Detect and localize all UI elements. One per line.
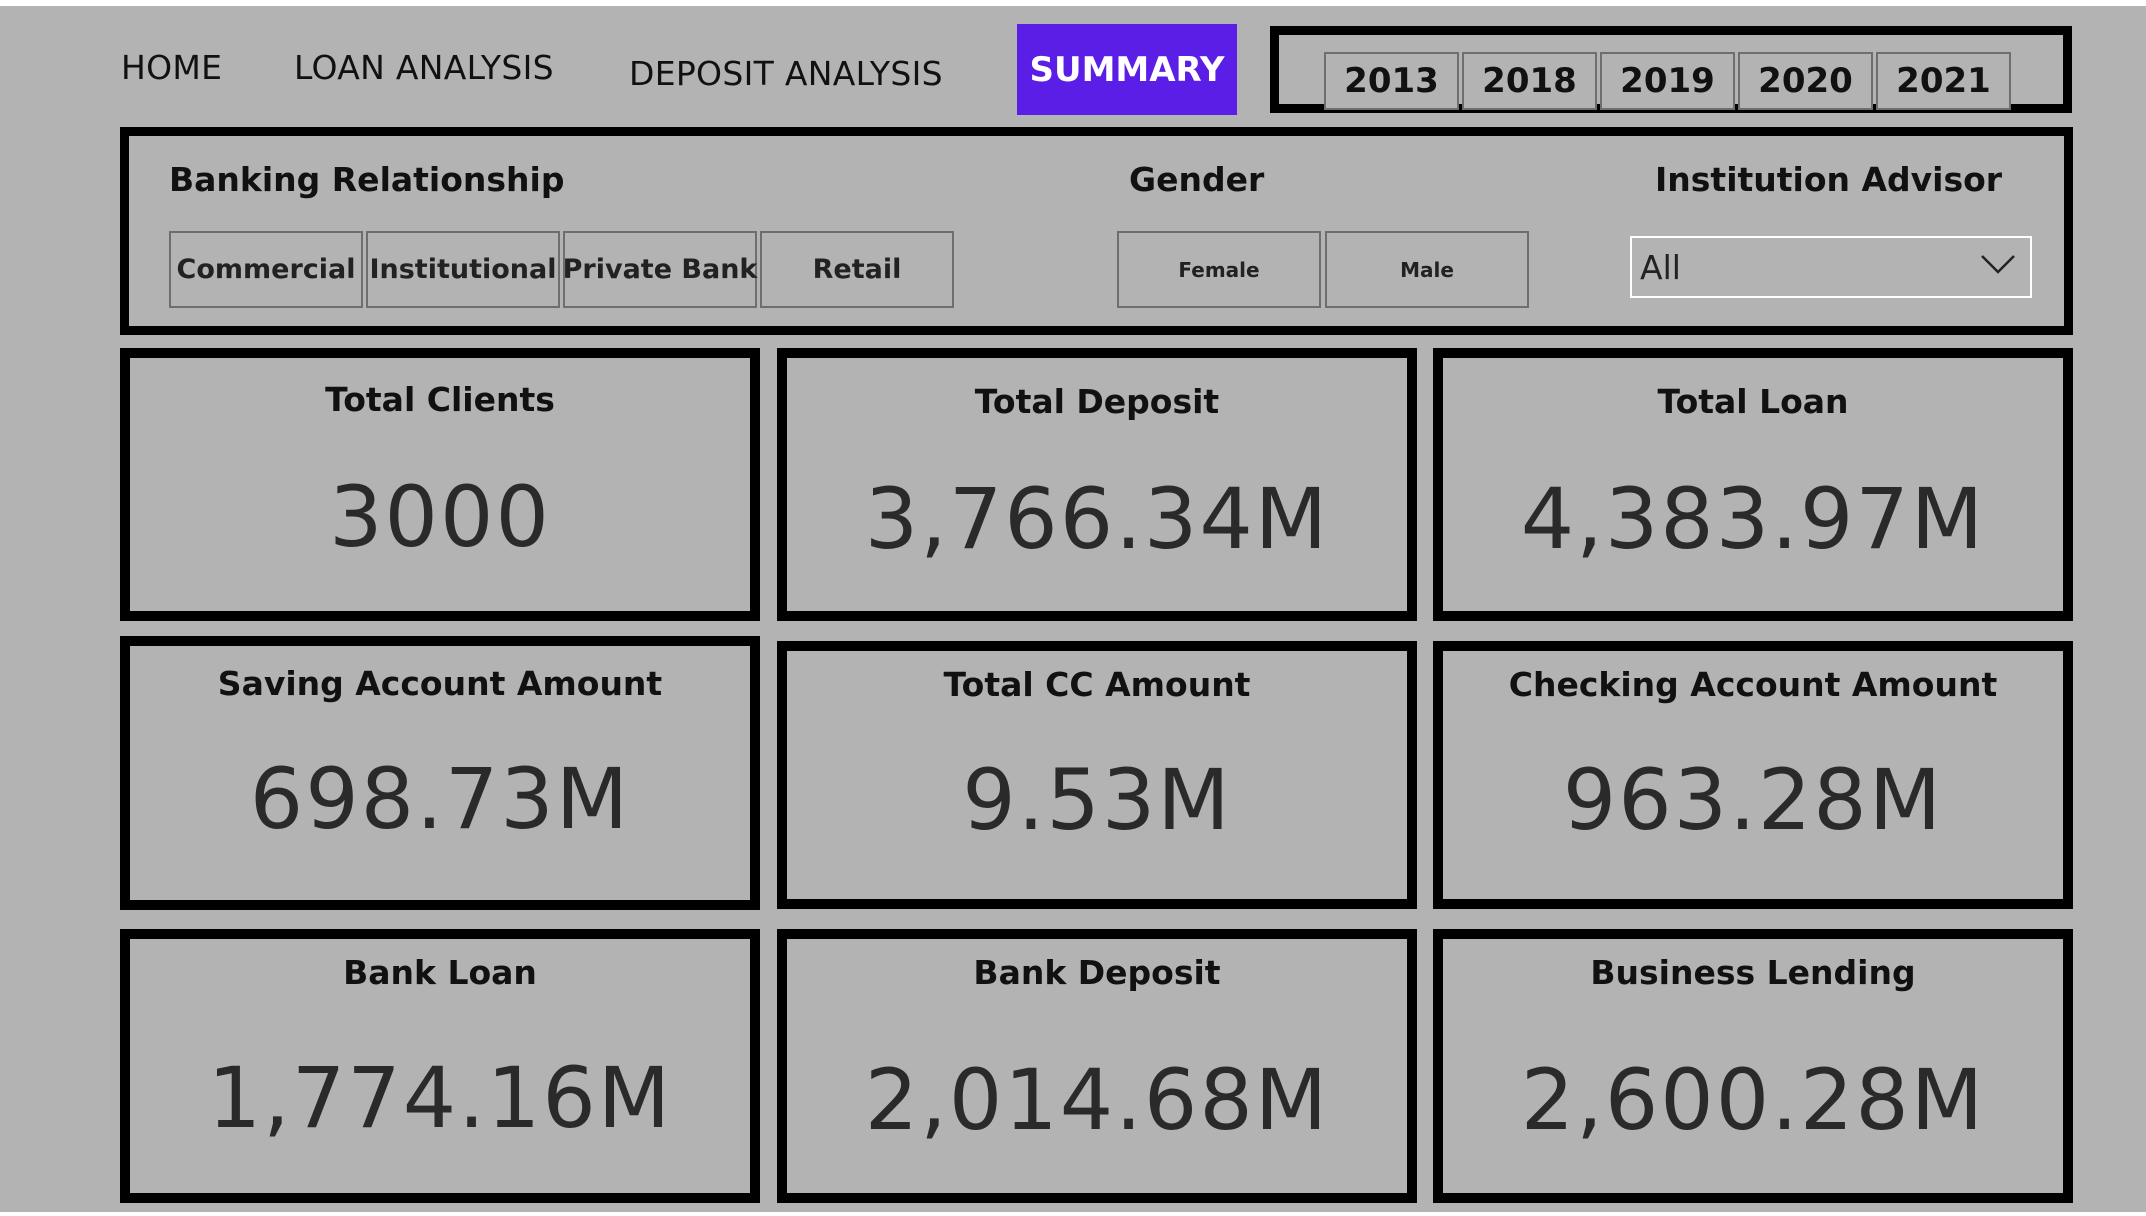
- year-2013-button[interactable]: 2013: [1324, 52, 1459, 110]
- year-2021-button[interactable]: 2021: [1876, 52, 2011, 110]
- card-title: Business Lending: [1590, 953, 1916, 992]
- nav-home[interactable]: HOME: [121, 48, 222, 87]
- card-title: Bank Loan: [343, 953, 537, 992]
- filter-institutional-button[interactable]: Institutional: [366, 231, 560, 308]
- year-2020-button[interactable]: 2020: [1738, 52, 1873, 110]
- filter-retail-button[interactable]: Retail: [760, 231, 954, 308]
- card-saving-account-amount: Saving Account Amount 698.73M: [120, 636, 760, 910]
- card-title: Total CC Amount: [943, 665, 1251, 704]
- card-value: 3,766.34M: [864, 470, 1330, 568]
- year-2018-button[interactable]: 2018: [1462, 52, 1597, 110]
- card-title: Total Deposit: [974, 382, 1220, 421]
- dashboard-page: HOME LOAN ANALYSIS DEPOSIT ANALYSIS SUMM…: [0, 0, 2146, 1216]
- filter-private-bank-button[interactable]: Private Bank: [563, 231, 757, 308]
- card-total-loan: Total Loan 4,383.97M: [1433, 348, 2073, 621]
- chevron-down-icon: [1981, 255, 2015, 274]
- card-value: 2,014.68M: [864, 1051, 1330, 1149]
- card-value: 9.53M: [962, 751, 1232, 849]
- year-filter: 2013 2018 2019 2020 2021: [1270, 26, 2072, 113]
- filter-female-button[interactable]: Female: [1117, 231, 1321, 308]
- nav-summary[interactable]: SUMMARY: [1017, 24, 1237, 115]
- filter-panel: Banking Relationship Commercial Institut…: [120, 127, 2073, 335]
- card-value: 4,383.97M: [1520, 470, 1986, 568]
- card-title: Total Loan: [1657, 382, 1849, 421]
- institution-advisor-selected: All: [1640, 247, 1681, 287]
- card-bank-loan: Bank Loan 1,774.16M: [120, 929, 760, 1203]
- card-business-lending: Business Lending 2,600.28M: [1433, 929, 2073, 1203]
- nav-loan-analysis[interactable]: LOAN ANALYSIS: [294, 48, 554, 87]
- gender-label: Gender: [1129, 160, 1265, 199]
- card-value: 698.73M: [249, 750, 631, 848]
- card-value: 3000: [329, 468, 551, 566]
- card-title: Bank Deposit: [973, 953, 1221, 992]
- filter-male-button[interactable]: Male: [1325, 231, 1529, 308]
- card-value: 2,600.28M: [1520, 1051, 1986, 1149]
- card-value: 1,774.16M: [207, 1049, 673, 1147]
- institution-advisor-label: Institution Advisor: [1655, 160, 2003, 199]
- filter-commercial-button[interactable]: Commercial: [169, 231, 363, 308]
- banking-relationship-label: Banking Relationship: [169, 160, 565, 199]
- institution-advisor-dropdown[interactable]: All: [1630, 236, 2032, 298]
- bottom-border: [0, 1212, 2146, 1216]
- card-total-cc-amount: Total CC Amount 9.53M: [777, 641, 1417, 909]
- card-title: Saving Account Amount: [217, 664, 663, 703]
- card-title: Checking Account Amount: [1508, 665, 1998, 704]
- card-checking-account-amount: Checking Account Amount 963.28M: [1433, 641, 2073, 909]
- card-total-clients: Total Clients 3000: [120, 348, 760, 621]
- card-title: Total Clients: [325, 380, 555, 419]
- top-border: [0, 0, 2146, 6]
- card-bank-deposit: Bank Deposit 2,014.68M: [777, 929, 1417, 1203]
- card-value: 963.28M: [1562, 751, 1944, 849]
- nav-deposit-analysis[interactable]: DEPOSIT ANALYSIS: [629, 54, 943, 93]
- year-2019-button[interactable]: 2019: [1600, 52, 1735, 110]
- card-total-deposit: Total Deposit 3,766.34M: [777, 348, 1417, 621]
